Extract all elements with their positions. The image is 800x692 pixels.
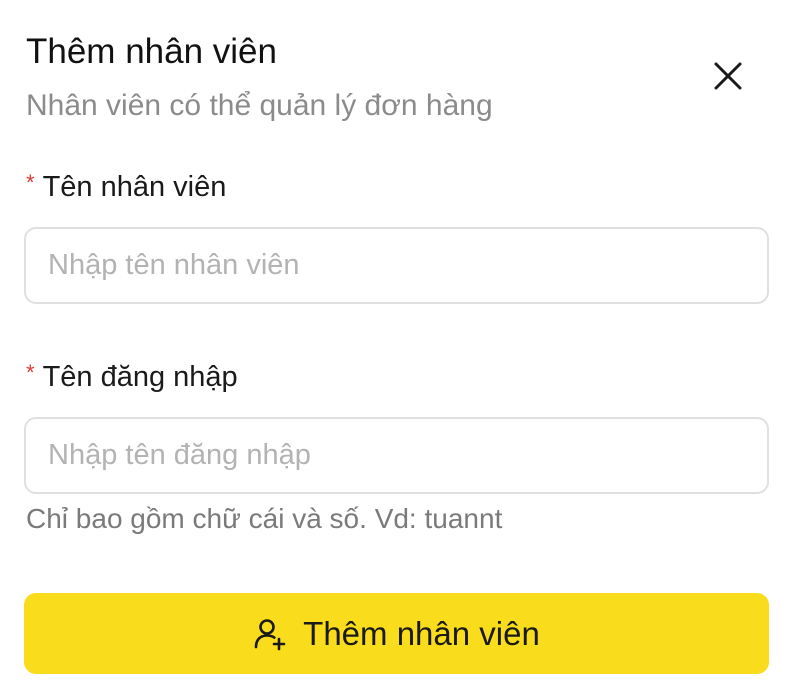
close-icon	[714, 62, 742, 90]
username-hint: Chỉ bao gồm chữ cái và số. Vd: tuannt	[26, 503, 503, 534]
required-marker: *	[26, 170, 35, 195]
add-employee-dialog: Thêm nhân viên Nhân viên có thể quản lý …	[0, 0, 800, 692]
username-label: * Tên đăng nhập	[26, 358, 238, 396]
employee-name-input[interactable]	[24, 227, 769, 304]
close-button[interactable]	[704, 52, 752, 100]
employee-name-label: * Tên nhân viên	[26, 168, 226, 206]
dialog-title: Thêm nhân viên	[26, 32, 277, 71]
add-user-icon	[253, 617, 287, 651]
username-label-text: Tên đăng nhập	[42, 361, 238, 393]
employee-name-label-text: Tên nhân viên	[42, 171, 227, 203]
add-employee-button-label: Thêm nhân viên	[303, 614, 540, 652]
dialog-subtitle: Nhân viên có thể quản lý đơn hàng	[26, 89, 493, 122]
username-input[interactable]	[24, 417, 769, 494]
add-employee-button[interactable]: Thêm nhân viên	[24, 593, 769, 674]
required-marker: *	[26, 360, 35, 385]
